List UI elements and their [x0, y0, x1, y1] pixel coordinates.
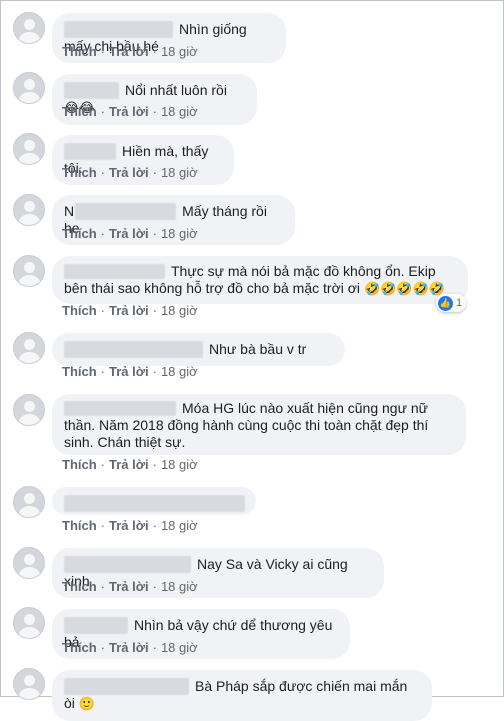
thumbs-up-icon: 👍 [438, 295, 453, 311]
avatar[interactable] [13, 394, 45, 426]
timestamp[interactable]: 18 giờ [161, 226, 198, 241]
avatar[interactable] [13, 133, 45, 165]
timestamp[interactable]: 18 giờ [161, 579, 198, 594]
comment-actions: Thích · Trả lời · 18 giờ [62, 44, 198, 59]
reply-link[interactable]: Trả lời [109, 457, 149, 472]
reply-link[interactable]: Trả lời [109, 226, 149, 241]
timestamp[interactable]: 18 giờ [161, 640, 198, 655]
comment-actions: Thích · Trả lời · 18 giờ [62, 303, 198, 318]
timestamp[interactable]: 18 giờ [161, 518, 198, 533]
commenter-name[interactable] [64, 495, 245, 512]
avatar[interactable] [13, 547, 45, 579]
comment-actions: Thích · Trả lời · 18 giờ [62, 640, 198, 655]
like-link[interactable]: Thích [62, 303, 97, 318]
timestamp[interactable]: 18 giờ [161, 457, 198, 472]
like-link[interactable]: Thích [62, 457, 97, 472]
comment-actions: Thích · Trả lời · 18 giờ [62, 457, 198, 472]
commenter-name[interactable] [64, 341, 203, 358]
avatar[interactable] [13, 332, 45, 364]
commenter-name-initial[interactable]: N [64, 203, 74, 219]
like-link[interactable]: Thích [62, 226, 97, 241]
comment-bubble [52, 487, 256, 515]
timestamp[interactable]: 18 giờ [161, 364, 198, 379]
reply-link[interactable]: Trả lời [109, 518, 149, 533]
avatar[interactable] [13, 12, 45, 44]
comment-bubble: Thực sự mà nói bả mặc đồ không ổn. Ekip … [52, 256, 468, 304]
like-link[interactable]: Thích [62, 44, 97, 59]
comment-bubble: Móa HG lúc nào xuất hiện cũng ngư nữ thầ… [52, 394, 466, 455]
avatar[interactable] [13, 607, 45, 639]
comment-actions: Thích · Trả lời · 18 giờ [62, 104, 198, 119]
commenter-name[interactable] [64, 21, 173, 38]
commenter-name[interactable] [64, 264, 165, 279]
like-link[interactable]: Thích [62, 579, 97, 594]
comment-actions: Thích · Trả lời · 18 giờ [62, 226, 198, 241]
timestamp[interactable]: 18 giờ [161, 303, 198, 318]
timestamp[interactable]: 18 giờ [161, 165, 198, 180]
comment-actions: Thích · Trả lời · 18 giờ [62, 165, 198, 180]
comment-actions: Thích · Trả lời · 18 giờ [62, 579, 198, 594]
commenter-name[interactable] [75, 203, 177, 220]
like-link[interactable]: Thích [62, 518, 97, 533]
commenter-name[interactable] [64, 617, 128, 634]
rofl-emoji-icon: 🤣🤣🤣🤣🤣 [363, 282, 445, 297]
commenter-name[interactable] [64, 143, 116, 160]
comment-actions: Thích · Trả lời · 18 giờ [62, 518, 198, 533]
commenter-name[interactable] [64, 556, 191, 573]
comment-actions: Thích · Trả lời · 18 giờ [62, 364, 198, 379]
reply-link[interactable]: Trả lời [109, 579, 149, 594]
reply-link[interactable]: Trả lời [109, 165, 149, 180]
commenter-name[interactable] [64, 82, 119, 99]
reply-link[interactable]: Trả lời [109, 303, 149, 318]
reaction-count[interactable]: 👍 1 [436, 294, 467, 312]
reply-link[interactable]: Trả lời [109, 364, 149, 379]
avatar[interactable] [13, 255, 45, 287]
avatar[interactable] [13, 194, 45, 226]
reply-link[interactable]: Trả lời [109, 640, 149, 655]
commenter-name[interactable] [64, 401, 176, 416]
reply-link[interactable]: Trả lời [109, 104, 149, 119]
like-link[interactable]: Thích [62, 640, 97, 655]
comment-bubble: Như bà bầu v tr [52, 333, 345, 366]
avatar[interactable] [13, 486, 45, 518]
like-link[interactable]: Thích [62, 104, 97, 119]
avatar[interactable] [13, 668, 45, 700]
like-link[interactable]: Thích [62, 165, 97, 180]
comment-bubble: Bà Pháp sắp được chiến mai mắn òi 🙂 [52, 670, 432, 721]
avatar[interactable] [13, 72, 45, 104]
like-link[interactable]: Thích [62, 364, 97, 379]
commenter-name[interactable] [64, 678, 189, 695]
timestamp[interactable]: 18 giờ [161, 44, 198, 59]
reply-link[interactable]: Trả lời [109, 44, 149, 59]
comment-text: Như bà bầu v tr [209, 341, 307, 357]
comment-text: Nổi nhất luôn rồi [125, 82, 227, 98]
smile-emoji-icon: 🙂 [78, 697, 95, 712]
timestamp[interactable]: 18 giờ [161, 104, 198, 119]
